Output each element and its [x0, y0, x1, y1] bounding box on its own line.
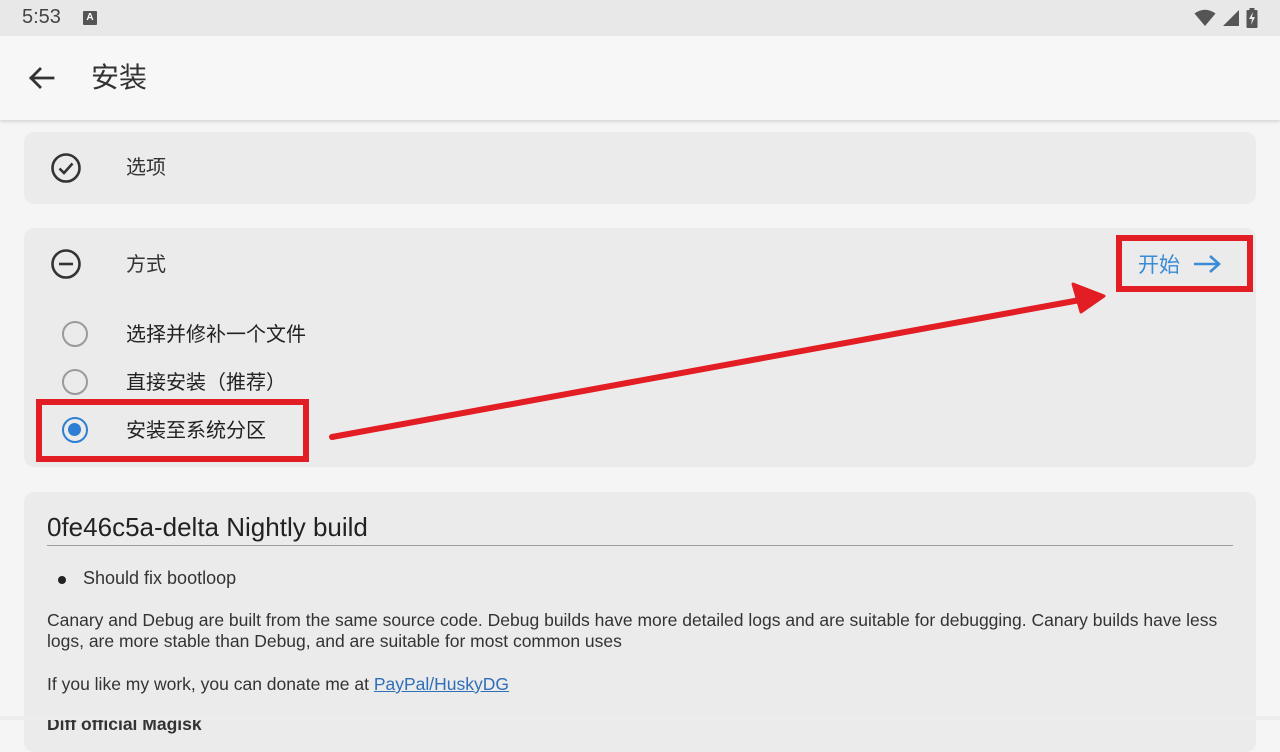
start-button[interactable]: 开始 [1128, 246, 1232, 282]
battery-charging-icon [1246, 8, 1258, 28]
release-notes-card: 0fe46c5a-delta Nightly build Should fix … [24, 492, 1256, 752]
options-label: 选项 [126, 155, 166, 179]
signal-icon [1223, 10, 1239, 26]
radio-button[interactable] [62, 321, 88, 347]
start-label: 开始 [1138, 253, 1180, 277]
donate-line: If you like my work, you can donate me a… [47, 674, 1227, 695]
notification-a-icon: A [83, 11, 97, 25]
radio-label: 直接安装（推荐） [126, 370, 286, 394]
back-button[interactable] [22, 58, 62, 98]
radio-button[interactable] [62, 369, 88, 395]
title-divider [47, 545, 1233, 546]
status-time: 5:53 [22, 6, 61, 28]
donate-link[interactable]: PayPal/HuskyDG [374, 674, 509, 694]
back-arrow-icon [29, 67, 55, 89]
radio-option-direct-install[interactable]: 直接安装（推荐） [24, 361, 624, 405]
radio-label: 选择并修补一个文件 [126, 322, 306, 346]
release-description: Canary and Debug are built from the same… [47, 610, 1218, 651]
page-title: 安装 [91, 61, 148, 94]
options-card[interactable]: 选项 [24, 132, 1256, 204]
app-bar: 安装 [0, 36, 1280, 120]
list-item-text: Should fix bootloop [83, 568, 237, 588]
status-icons [1194, 7, 1258, 29]
method-label: 方式 [126, 252, 166, 276]
release-title: 0fe46c5a-delta Nightly build [47, 512, 368, 542]
wifi-icon [1194, 9, 1216, 26]
radio-option-patch-file[interactable]: 选择并修补一个文件 [24, 313, 624, 357]
list-item: Should fix bootloop [57, 568, 237, 589]
bottom-edge [0, 716, 1280, 720]
radio-label: 安装至系统分区 [126, 418, 266, 442]
status-bar: 5:53 A [0, 0, 1280, 36]
method-card: 方式 开始 选择并修补一个文件 直接安装（推荐） 安装至系统分区 [24, 228, 1256, 467]
donate-prefix: If you like my work, you can donate me a… [47, 674, 374, 694]
arrow-right-icon [1194, 255, 1221, 273]
check-circle-icon [51, 153, 81, 183]
radio-button-selected[interactable] [62, 417, 88, 443]
minus-circle-icon [51, 249, 81, 279]
radio-option-system-partition[interactable]: 安装至系统分区 [24, 409, 624, 453]
